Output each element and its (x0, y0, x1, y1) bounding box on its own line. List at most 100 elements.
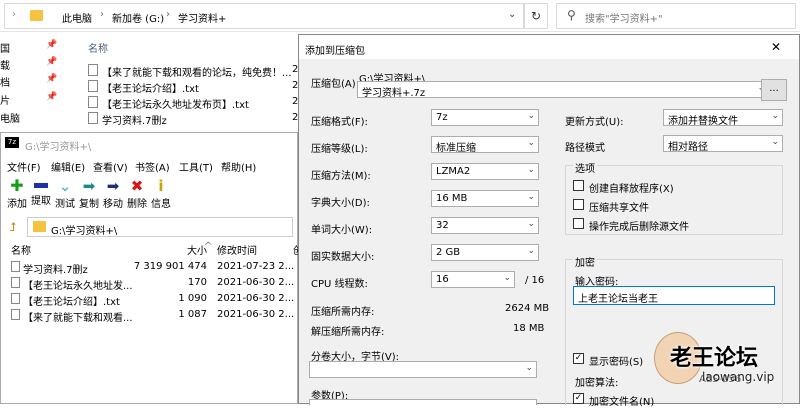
row-name: 【老王论坛介绍】.txt (23, 297, 120, 308)
show-password-checkbox[interactable]: ✓ (573, 353, 584, 364)
column-name[interactable]: 名称 (11, 242, 31, 257)
sfx-label: 创建自释放程序(X) (589, 184, 674, 195)
nav-arrow-icon[interactable]: › (12, 9, 16, 20)
nav-item[interactable]: 档 (0, 74, 10, 89)
encryption-title: 加密 (573, 254, 597, 269)
table-row[interactable]: 学习资料.7删z 7 319 901 474 2021-07-23 2... (9, 259, 299, 276)
copy-button[interactable]: ➡ 复制 (77, 177, 101, 210)
row-date: 2021-06-30 2... (217, 293, 295, 304)
table-row[interactable]: 【老王论坛永久地址发... 170 2021-06-30 2... (9, 275, 299, 292)
file-icon (88, 96, 98, 108)
shared-checkbox[interactable] (573, 199, 584, 210)
list-item[interactable]: 【老王论坛永久地址发布页】.txt (102, 96, 249, 111)
explorer-address-bar: › 此电脑 › 新加卷 (G:) › 学习资料+ ⌄ ↻ ⚲ 搜索"学习资料+" (0, 0, 800, 32)
sevenzip-window: 7z G:\学习资料+\ 文件(F) 编辑(E) 查看(V) 书签(A) 工具(… (0, 132, 303, 404)
path-mode-select[interactable]: 相对路径 ⌄ (663, 135, 783, 153)
split-combo[interactable]: ⌄ (309, 361, 537, 378)
format-select[interactable]: 7z ⌄ (431, 109, 539, 126)
mem-decompress-label: 解压缩所需内存: (311, 327, 385, 338)
copy-label: 复制 (79, 199, 99, 210)
menu-bookmarks[interactable]: 书签(A) (135, 159, 170, 174)
show-password-label: 显示密码(S) (589, 357, 644, 368)
menu-edit[interactable]: 编辑(E) (51, 159, 85, 174)
search-input[interactable]: 搜索"学习资料+" (585, 10, 663, 25)
menu-tools[interactable]: 工具(T) (179, 159, 213, 174)
column-modified[interactable]: 修改时间 (217, 242, 257, 257)
nav-item[interactable]: 载 (0, 57, 10, 72)
list-item[interactable]: 学习资料.7删z (102, 112, 167, 127)
method-select[interactable]: LZMA2 ⌄ (431, 163, 539, 180)
word-select[interactable]: 32 ⌄ (431, 217, 539, 234)
window-title: G:\学习资料+\ (25, 142, 92, 153)
mem-decompress-value: 18 MB (513, 323, 545, 334)
list-item[interactable]: 【老王论坛介绍】.txt (102, 80, 199, 95)
cpu-label: CPU 线程数: (311, 279, 368, 290)
add-button[interactable]: ✚ 添加 (5, 176, 29, 211)
add-label: 添加 (7, 199, 27, 210)
archive-name-combo[interactable]: 学习资料+.7z ⌄ (357, 81, 769, 99)
sfx-checkbox[interactable] (573, 180, 584, 191)
path-mode-label: 路径模式 (565, 143, 605, 154)
path-text: G:\学习资料+\ (51, 226, 118, 237)
solid-select[interactable]: 2 GB ⌄ (431, 244, 539, 261)
table-row[interactable]: 【老王论坛介绍】.txt 1 090 2021-06-30 2... (9, 291, 299, 308)
extract-button[interactable]: 提取 (29, 177, 53, 207)
nav-item[interactable]: 电脑 (0, 110, 20, 125)
row-size: 1 087 (178, 309, 207, 320)
format-value: 7z (436, 112, 448, 123)
delete-button[interactable]: ✖ 删除 (125, 177, 149, 210)
row-date: 2021-06-30 2... (217, 309, 295, 320)
info-button[interactable]: i 信息 (149, 177, 173, 210)
dropdown-icon[interactable]: ⌄ (508, 9, 516, 20)
chevron-down-icon: ⌄ (527, 246, 535, 256)
word-value: 32 (436, 220, 449, 231)
file-icon (11, 309, 20, 320)
crumb-folder[interactable]: 学习资料+ (178, 10, 226, 25)
browse-label: ... (769, 83, 779, 94)
browse-button[interactable]: ... (761, 79, 787, 101)
test-button[interactable]: ⌄ 测试 (53, 177, 77, 210)
file-icon (88, 112, 98, 124)
params-input[interactable] (309, 399, 537, 405)
password-input[interactable]: 上老王论坛当老王 (573, 286, 775, 305)
update-select[interactable]: 添加并替换文件 ⌄ (663, 109, 783, 127)
enc-method-label: 加密算法: (575, 378, 619, 389)
nav-item[interactable]: 片 (0, 92, 10, 107)
word-label: 单词大小(W): (311, 225, 373, 236)
delete-after-checkbox[interactable] (573, 218, 584, 229)
cpu-select[interactable]: 16 ⌄ (431, 271, 515, 288)
extract-label: 提取 (31, 196, 51, 207)
watermark-brand: 老王论坛 (670, 346, 759, 371)
chevron-down-icon: ⌄ (527, 192, 535, 202)
list-item[interactable]: 【来了就能下载和观看的论坛，纯免费！... (102, 64, 292, 79)
crumb-this-pc[interactable]: 此电脑 (62, 10, 92, 25)
crumb-drive[interactable]: 新加卷 (G:) (112, 10, 164, 25)
dict-select[interactable]: 16 MB ⌄ (431, 190, 539, 207)
chevron-down-icon: ⌄ (771, 137, 779, 147)
row-size: 1 090 (178, 293, 207, 304)
chevron-down-icon: ⌄ (771, 111, 779, 121)
password-value: 上老王论坛当老王 (578, 294, 658, 305)
row-size: 170 (187, 277, 207, 288)
archive-label: 压缩包(A) (311, 79, 356, 90)
up-folder-icon[interactable]: ⮥ (9, 220, 16, 235)
column-name[interactable]: 名称 (88, 40, 108, 55)
encrypt-names-checkbox[interactable]: ✓ (573, 393, 584, 404)
method-value: LZMA2 (436, 166, 471, 177)
level-select[interactable]: 标准压缩 ⌄ (431, 136, 539, 154)
crumb-sep-icon: › (100, 9, 104, 20)
refresh-button[interactable]: ↻ (524, 3, 548, 29)
chevron-down-icon: ⌄ (527, 165, 535, 175)
pin-icon: 📌 (46, 40, 58, 50)
close-icon[interactable]: ✕ (771, 40, 781, 54)
mem-compress-label: 压缩所需内存: (311, 307, 375, 318)
menu-file[interactable]: 文件(F) (7, 159, 41, 174)
move-button[interactable]: ➡ 移动 (101, 177, 125, 210)
update-value: 添加并替换文件 (668, 116, 738, 127)
watermark-site: laowang.vip (702, 370, 775, 384)
nav-item[interactable]: 国 (0, 40, 10, 55)
menu-view[interactable]: 查看(V) (93, 159, 128, 174)
table-row[interactable]: 【来了就能下载和观看... 1 087 2021-06-30 2... (9, 307, 299, 324)
plus-icon: ✚ (10, 176, 24, 195)
menu-help[interactable]: 帮助(H) (221, 159, 256, 174)
